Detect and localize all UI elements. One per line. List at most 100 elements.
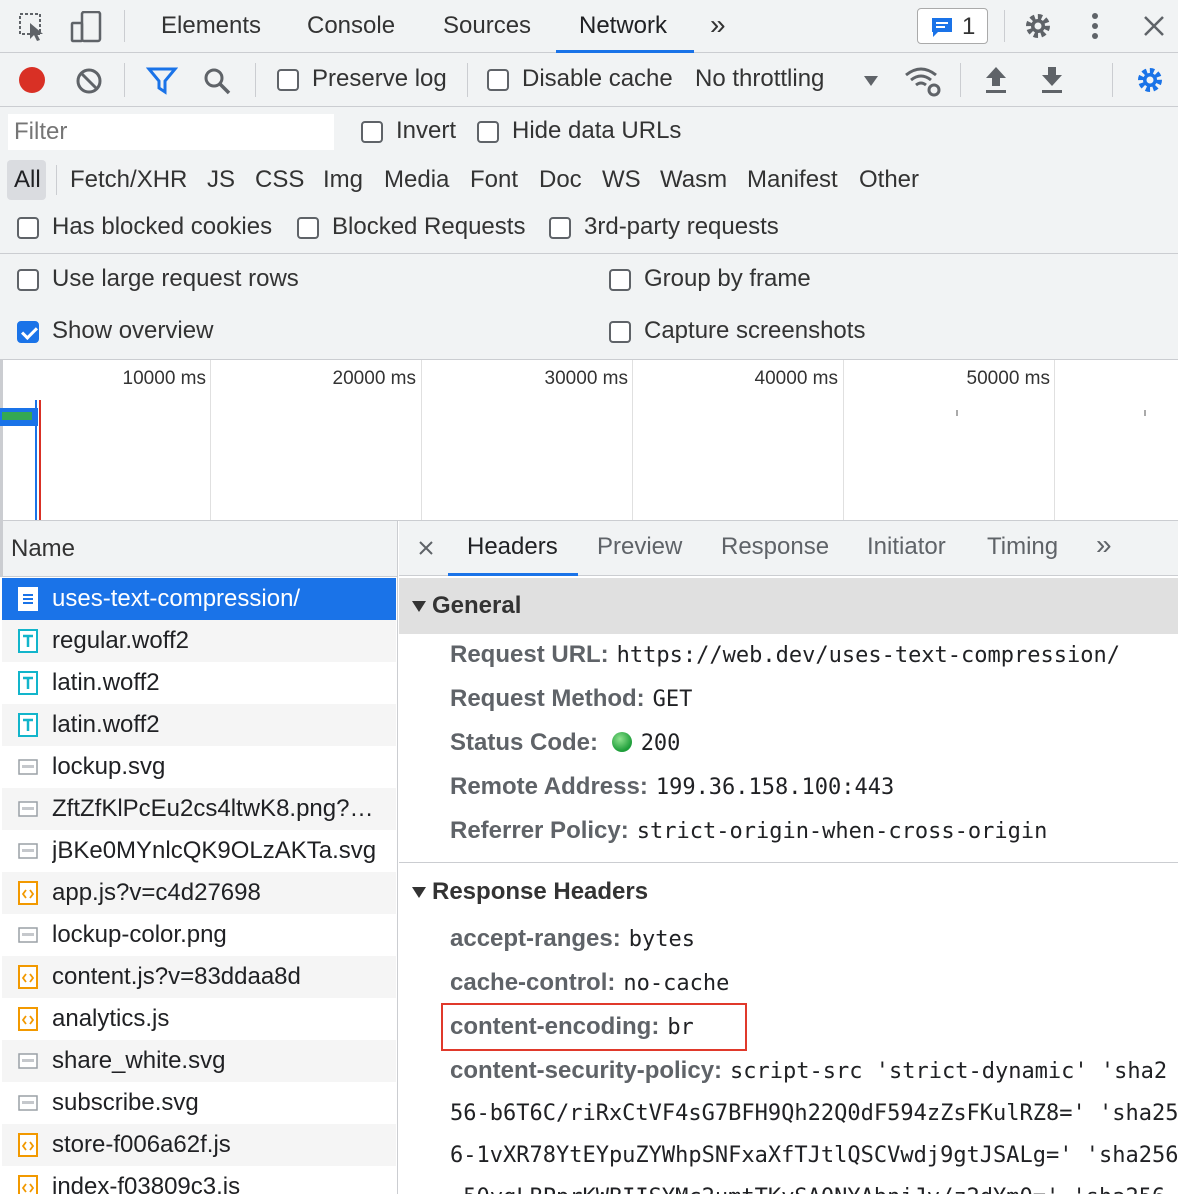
tab-preview[interactable]: Preview [597, 533, 682, 561]
filter-type-css[interactable]: CSS [255, 166, 304, 194]
third-party-requests-checkbox[interactable] [549, 217, 571, 239]
cache-control-value: no-cache [623, 971, 730, 996]
has-blocked-cookies-checkbox[interactable] [17, 217, 39, 239]
filter-type-font[interactable]: Font [470, 166, 518, 194]
hide-data-urls-checkbox[interactable] [477, 121, 499, 143]
filter-type-manifest[interactable]: Manifest [747, 166, 838, 194]
request-row[interactable]: index-f03809c3.js [2, 1166, 396, 1194]
network-settings-gear-icon[interactable] [1135, 65, 1165, 95]
close-icon[interactable] [1142, 14, 1166, 38]
status-code-key: Status Code: [450, 729, 599, 756]
request-name: ZftZfKlPcEu2cs4ltwK8.png?… [52, 795, 374, 822]
throttling-select[interactable]: No throttling [695, 65, 824, 93]
disable-cache-checkbox[interactable] [487, 69, 509, 91]
request-row[interactable]: subscribe.svg [2, 1082, 396, 1124]
request-row[interactable]: lockup.svg [2, 746, 396, 788]
inspect-element-icon[interactable] [18, 12, 48, 42]
group-by-frame-checkbox[interactable] [609, 269, 631, 291]
device-toolbar-icon[interactable] [70, 11, 104, 43]
invert-checkbox[interactable] [361, 121, 383, 143]
tab-initiator[interactable]: Initiator [867, 533, 946, 561]
request-row[interactable]: lockup-color.png [2, 914, 396, 956]
overview-tick-mark [956, 410, 958, 416]
tab-network[interactable]: Network [579, 0, 667, 53]
image-file-icon [18, 843, 38, 859]
tab-timing[interactable]: Timing [987, 533, 1058, 561]
filter-type-wasm[interactable]: Wasm [660, 166, 727, 194]
kebab-menu-icon[interactable] [1088, 11, 1102, 41]
script-file-icon [18, 881, 38, 905]
general-section-header[interactable]: General [399, 578, 1178, 634]
tick-label: 30000 ms [544, 368, 628, 389]
show-overview-label: Show overview [52, 317, 214, 344]
request-url-value: https://web.dev/uses-text-compression/ [616, 643, 1120, 668]
response-headers-section-header[interactable]: Response Headers [399, 862, 1178, 918]
request-row[interactable]: uses-text-compression/ [2, 578, 396, 620]
request-row[interactable]: content.js?v=83ddaa8d [2, 956, 396, 998]
accept-ranges-key: accept-ranges: [450, 925, 621, 952]
tab-elements[interactable]: Elements [161, 0, 261, 53]
more-tabs-icon[interactable]: » [710, 0, 726, 53]
tab-sources[interactable]: Sources [443, 0, 531, 53]
overview-timeline[interactable]: 10000 ms 20000 ms 30000 ms 40000 ms 5000… [0, 360, 1178, 521]
filter-type-media[interactable]: Media [384, 166, 449, 194]
remote-address-key: Remote Address: [450, 773, 648, 800]
more-detail-tabs-icon[interactable]: » [1096, 529, 1112, 561]
image-file-icon [18, 927, 38, 943]
filter-input[interactable] [8, 114, 334, 150]
issues-badge[interactable]: 1 [917, 8, 988, 44]
filter-type-img[interactable]: Img [323, 166, 363, 194]
filter-icon[interactable] [146, 66, 178, 96]
close-details-icon[interactable] [418, 540, 434, 556]
filter-type-other[interactable]: Other [859, 166, 919, 194]
chevron-down-icon[interactable] [863, 75, 879, 87]
capture-screenshots-checkbox[interactable] [609, 321, 631, 343]
request-row[interactable]: ZftZfKlPcEu2cs4ltwK8.png?… [2, 788, 396, 830]
tab-headers[interactable]: Headers [467, 533, 558, 561]
filter-type-fetch-xhr[interactable]: Fetch/XHR [70, 166, 187, 194]
request-row[interactable]: store-f006a62f.js [2, 1124, 396, 1166]
content-encoding-value: br [667, 1015, 694, 1040]
request-method-value: GET [652, 687, 693, 712]
image-file-icon [18, 1095, 38, 1111]
status-ok-dot-icon [611, 732, 632, 752]
tick-label: 40000 ms [754, 368, 838, 389]
export-har-icon[interactable] [1039, 65, 1065, 95]
tab-console[interactable]: Console [307, 0, 395, 53]
search-icon[interactable] [202, 66, 232, 96]
tab-response[interactable]: Response [721, 533, 829, 561]
preserve-log-checkbox[interactable] [277, 69, 299, 91]
show-overview-checkbox[interactable] [17, 321, 39, 343]
request-row[interactable]: jBKe0MYnlcQK9OLzAKTa.svg [2, 830, 396, 872]
import-har-icon[interactable] [983, 65, 1009, 95]
accept-ranges-value: bytes [628, 927, 695, 952]
accept-ranges-row: accept-ranges: bytes [450, 925, 695, 953]
filter-type-ws[interactable]: WS [602, 166, 641, 194]
request-row[interactable]: app.js?v=c4d27698 [2, 872, 396, 914]
request-list: Name uses-text-compression/regular.woff2… [0, 521, 398, 1194]
name-column-header[interactable]: Name [0, 521, 397, 577]
request-row[interactable]: regular.woff2 [2, 620, 396, 662]
request-name: content.js?v=83ddaa8d [52, 963, 301, 990]
filter-type-doc[interactable]: Doc [539, 166, 582, 194]
font-file-icon [18, 713, 38, 737]
large-rows-checkbox[interactable] [17, 269, 39, 291]
request-row[interactable]: share_white.svg [2, 1040, 396, 1082]
clear-icon[interactable] [74, 66, 104, 96]
record-icon[interactable] [17, 65, 47, 95]
request-name: latin.woff2 [52, 711, 160, 738]
csp-row: content-security-policy: script-src 'stri… [450, 1057, 1167, 1085]
gear-icon[interactable] [1023, 11, 1053, 41]
network-conditions-icon[interactable] [904, 65, 944, 97]
filter-type-js[interactable]: JS [207, 166, 235, 194]
request-row[interactable]: latin.woff2 [2, 662, 396, 704]
remote-address-value: 199.36.158.100:443 [655, 775, 895, 800]
request-row[interactable]: latin.woff2 [2, 704, 396, 746]
script-file-icon [18, 1133, 38, 1157]
blocked-requests-checkbox[interactable] [297, 217, 319, 239]
image-file-icon [18, 759, 38, 775]
request-row[interactable]: analytics.js [2, 998, 396, 1040]
third-party-requests-label: 3rd-party requests [584, 213, 779, 240]
remote-address-row: Remote Address: 199.36.158.100:443 [450, 773, 894, 801]
filter-type-all[interactable]: All [14, 166, 41, 194]
